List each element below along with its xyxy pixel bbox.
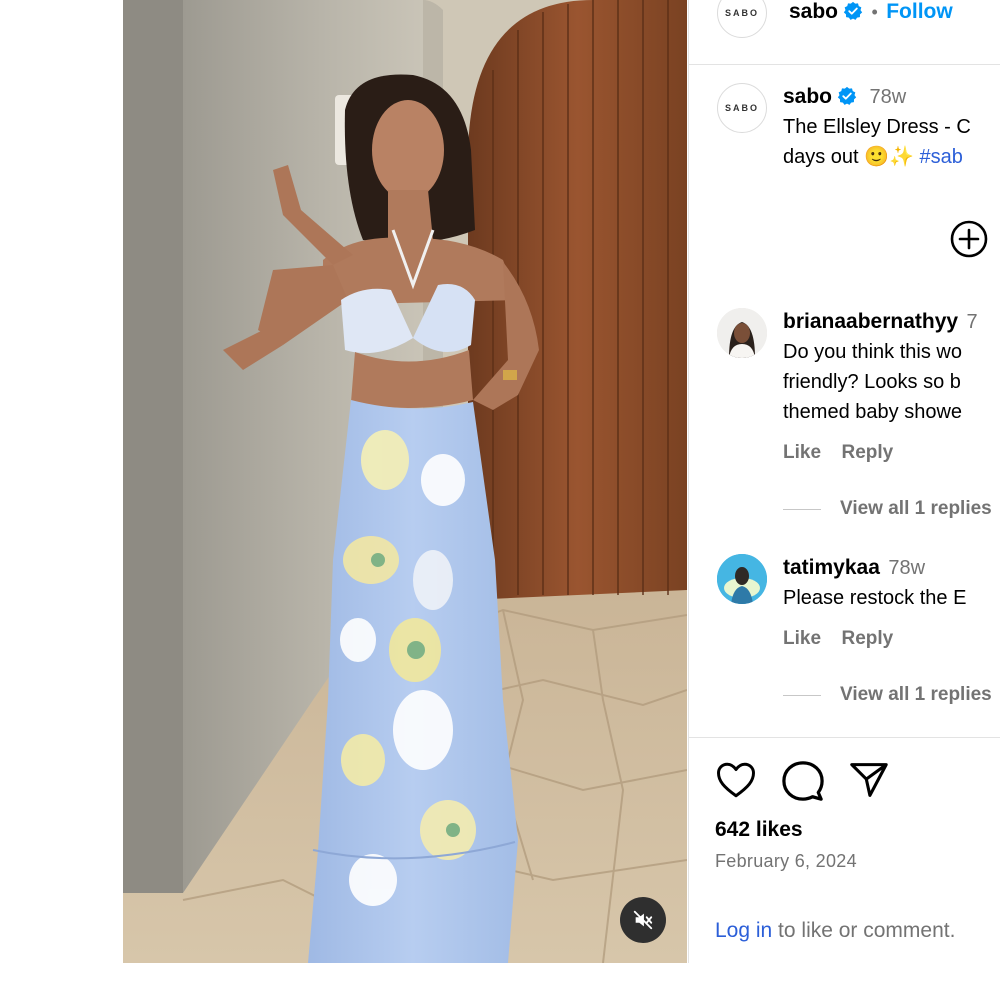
speaker-muted-icon: [633, 910, 653, 930]
header-divider: [689, 64, 1000, 65]
post-sidebar: SABO sabo • Follow SABO sabo 78w The Ell…: [688, 0, 1000, 963]
caption-line-2-text: days out 🙂✨: [783, 146, 914, 168]
login-prompt-text: to like or comment.: [772, 919, 956, 942]
comment-actions: Like Reply: [783, 628, 893, 650]
comment-text-line: friendly? Looks so b: [783, 371, 961, 393]
comment-like-button[interactable]: Like: [783, 628, 821, 649]
login-prompt: Log in to like or comment.: [715, 919, 955, 943]
view-replies-button[interactable]: View all 1 replies: [840, 498, 992, 520]
comment-time: 7: [966, 311, 978, 333]
avatar-logo: SABO: [724, 8, 759, 18]
post-media[interactable]: [123, 0, 687, 963]
comment-reply-button[interactable]: Reply: [841, 628, 893, 649]
comment-like-button[interactable]: Like: [783, 442, 821, 463]
mute-button[interactable]: [620, 897, 666, 943]
comment-text-line: Please restock the E: [783, 587, 967, 609]
comment-button[interactable]: [782, 760, 824, 807]
comment-time: 78w: [888, 557, 926, 579]
caption-avatar-logo: SABO: [724, 103, 759, 113]
caption-username[interactable]: sabo: [783, 85, 832, 108]
comment-username[interactable]: tatimykaa: [783, 556, 880, 579]
comment-header: brianaabernathyy 7: [783, 309, 978, 337]
caption-header: sabo 78w: [783, 84, 906, 112]
account-username[interactable]: sabo: [789, 0, 838, 23]
caption-hashtag[interactable]: #sab: [920, 146, 963, 168]
commenter-photo: [717, 308, 767, 358]
verified-badge-icon: [837, 86, 857, 105]
caption-avatar[interactable]: SABO: [717, 83, 767, 133]
comment-username[interactable]: brianaabernathyy: [783, 310, 958, 333]
view-replies-line: [783, 695, 821, 696]
caption-time: 78w: [869, 86, 907, 108]
view-replies-button[interactable]: View all 1 replies: [840, 684, 992, 706]
caption-line-1: The Ellsley Dress - C: [783, 116, 971, 138]
likes-count[interactable]: 642 likes: [715, 818, 803, 842]
follow-button[interactable]: Follow: [886, 0, 953, 23]
post-photo: [123, 0, 687, 963]
view-replies-line: [783, 509, 821, 510]
commenter-photo: [717, 554, 767, 604]
comment-reply-button[interactable]: Reply: [841, 442, 893, 463]
share-button[interactable]: [849, 761, 889, 804]
heart-icon: [717, 762, 755, 798]
like-button[interactable]: [715, 760, 757, 805]
comment-header: tatimykaa 78w: [783, 555, 925, 583]
comment-text-line: Do you think this wo: [783, 341, 962, 363]
paper-plane-icon: [850, 763, 888, 797]
commenter-avatar[interactable]: [717, 308, 767, 358]
plus-circle-icon: [950, 220, 988, 258]
actions-divider: [689, 737, 1000, 738]
comment-icon: [782, 761, 824, 801]
comment-actions: Like Reply: [783, 442, 893, 464]
login-link[interactable]: Log in: [715, 919, 772, 942]
caption-line-2: days out 🙂✨ #sab: [783, 142, 963, 172]
verified-badge-icon: [843, 1, 863, 20]
commenter-avatar[interactable]: [717, 554, 767, 604]
account-avatar[interactable]: SABO: [717, 0, 767, 38]
comment-text-line: themed baby showe: [783, 401, 963, 423]
header-separator: •: [871, 2, 878, 22]
post-header: sabo • Follow: [789, 0, 953, 26]
load-more-comments-button[interactable]: [949, 219, 989, 264]
post-date: February 6, 2024: [715, 851, 857, 871]
